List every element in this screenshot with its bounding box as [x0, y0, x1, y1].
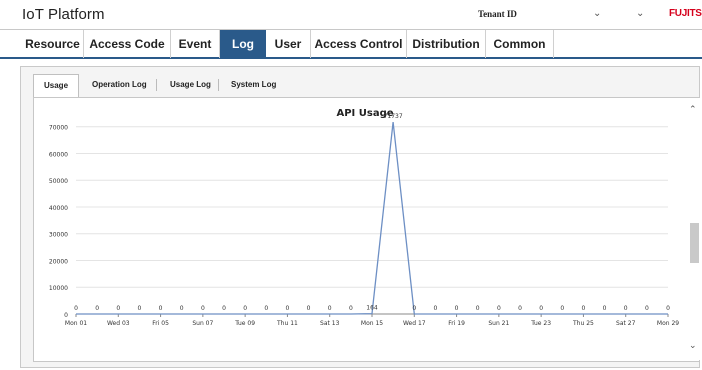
data-label: 0: [645, 305, 649, 312]
data-label: 0: [349, 305, 353, 312]
y-tick-label: 20000: [49, 258, 68, 265]
subtab-operation-log[interactable]: Operation Log: [82, 74, 157, 96]
x-tick-label: Fri 05: [152, 320, 169, 327]
tab-event[interactable]: Event: [171, 30, 220, 58]
data-label: 0: [624, 305, 628, 312]
subtab-usage-log[interactable]: Usage Log: [160, 74, 221, 96]
x-tick-label: Sat 13: [320, 320, 340, 327]
y-tick-label: 50000: [49, 178, 68, 185]
x-tick-label: Tue 09: [234, 320, 255, 327]
data-label: 164: [366, 305, 378, 312]
y-tick-label: 10000: [49, 285, 68, 292]
chart-data-labels: 0 0 0 0 0 0 0 0 0 0 0 0 0 0 164 71737 0 0 0 0 0 0 0 0 0 0 0 0 0: [74, 113, 670, 312]
chart-y-axis: 0 10000 20000 30000 40000 50000 60000 70000: [49, 125, 68, 319]
scroll-down-chevron-icon[interactable]: ⌄: [689, 340, 697, 351]
tenant-id-label: Tenant ID: [478, 9, 517, 19]
x-tick-label: Thu 25: [572, 320, 594, 327]
data-label: 0: [666, 305, 670, 312]
data-label: 0: [476, 305, 480, 312]
data-label: 0: [180, 305, 184, 312]
x-tick-label: Mon 15: [361, 320, 383, 327]
chart-series-api-usage: [76, 122, 668, 315]
subtab-system-log[interactable]: System Log: [221, 74, 286, 96]
data-label: 0: [518, 305, 522, 312]
secondary-dropdown-chevron-down-icon[interactable]: ⌄: [636, 8, 644, 19]
data-label: 0: [603, 305, 607, 312]
data-label: 0: [497, 305, 501, 312]
tab-access-code[interactable]: Access Code: [84, 30, 171, 58]
data-label: 0: [74, 305, 78, 312]
scroll-up-chevron-icon[interactable]: ⌃: [689, 104, 697, 115]
top-header: IoT Platform Tenant ID ⌄ ⌄ FUJITSU: [0, 0, 702, 28]
tab-user[interactable]: User: [266, 30, 311, 58]
x-tick-label: Sat 27: [616, 320, 636, 327]
subtab-usage[interactable]: Usage: [33, 74, 80, 98]
data-label: 71737: [384, 113, 403, 120]
x-tick-label: Sun 07: [192, 320, 213, 327]
subtab-divider: [156, 79, 157, 91]
data-label: 0: [539, 305, 543, 312]
main-nav: Resource Access Code Event Log User Acce…: [0, 29, 702, 59]
data-label: 0: [455, 305, 459, 312]
y-tick-label: 60000: [49, 151, 68, 158]
x-tick-label: Mon 01: [65, 320, 87, 327]
tab-common[interactable]: Common: [486, 30, 554, 58]
y-tick-label: 30000: [49, 232, 68, 239]
data-label: 0: [222, 305, 226, 312]
x-tick-label: Sun 21: [488, 320, 509, 327]
tab-log[interactable]: Log: [220, 30, 266, 59]
y-tick-label: 70000: [49, 125, 68, 132]
data-label: 0: [159, 305, 163, 312]
tenant-dropdown-chevron-down-icon[interactable]: ⌄: [593, 8, 601, 19]
x-tick-label: Mon 29: [657, 320, 679, 327]
data-label: 0: [116, 305, 120, 312]
data-label: 0: [328, 305, 332, 312]
data-label: 0: [434, 305, 438, 312]
chart-x-axis: Mon 01 Wed 03 Fri 05 Sun 07 Tue 09 Thu 11 Sat …: [65, 314, 679, 327]
x-tick-label: Wed 03: [107, 320, 130, 327]
data-label: 0: [243, 305, 247, 312]
data-label: 0: [582, 305, 586, 312]
y-tick-label: 40000: [49, 205, 68, 212]
series-line: [76, 122, 668, 315]
data-label: 0: [307, 305, 311, 312]
tab-resource[interactable]: Resource: [22, 30, 84, 58]
data-label: 0: [560, 305, 564, 312]
app-title: IoT Platform: [22, 6, 105, 23]
data-label: 0: [95, 305, 99, 312]
tab-access-control[interactable]: Access Control: [311, 30, 407, 58]
data-label: 0: [286, 305, 290, 312]
x-tick-label: Tue 23: [530, 320, 551, 327]
data-label: 0: [412, 305, 416, 312]
y-tick-label: 0: [64, 312, 68, 319]
scrollbar-thumb[interactable]: [690, 223, 699, 263]
x-tick-label: Fri 19: [448, 320, 465, 327]
fujitsu-logo: FUJITSU: [669, 8, 702, 19]
api-usage-chart: API Usage 010000200003000040000500006000…: [49, 108, 679, 327]
data-label: 0: [201, 305, 205, 312]
x-tick-label: Wed 17: [403, 320, 426, 327]
chart-gridlines: [76, 126, 668, 315]
subtab-divider: [218, 79, 219, 91]
usage-panel: API Usage 0 10000 20000 30000 40000 50000 6000…: [33, 97, 700, 362]
data-label: 0: [264, 305, 268, 312]
tab-distribution[interactable]: Distribution: [407, 30, 486, 58]
log-subtabs: Usage Operation Log Usage Log System Log: [14, 74, 698, 98]
x-tick-label: Thu 11: [276, 320, 298, 327]
data-label: 0: [138, 305, 142, 312]
